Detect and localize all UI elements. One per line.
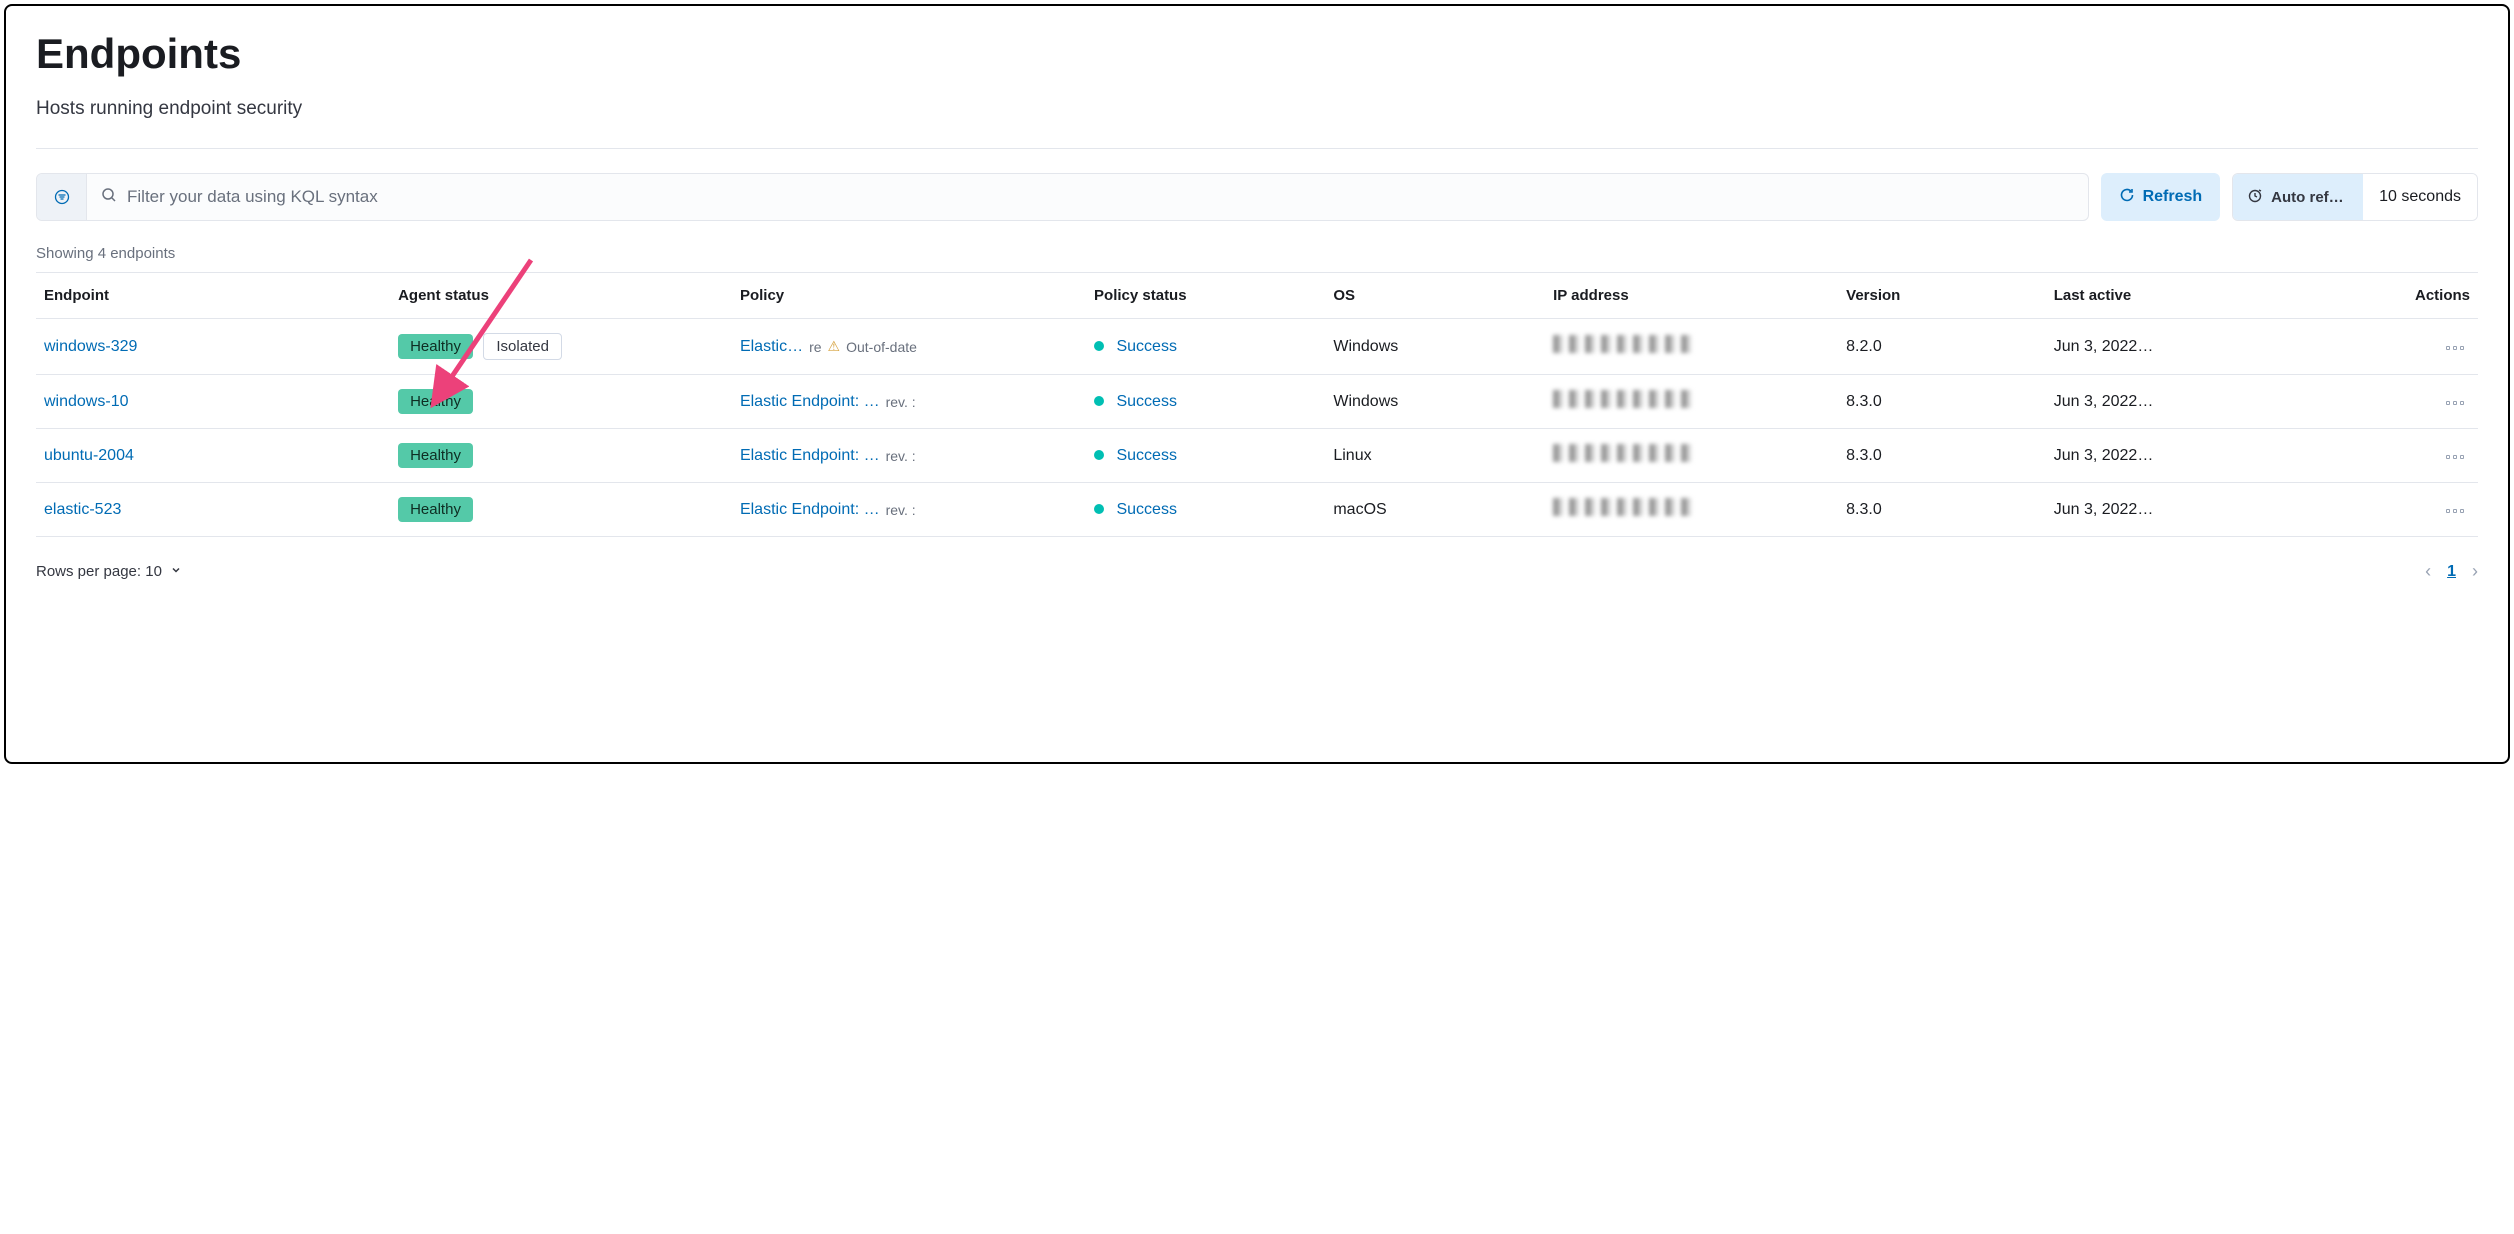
status-dot-icon bbox=[1094, 396, 1104, 406]
policy-rev: rev. : bbox=[886, 394, 916, 410]
version-cell: 8.3.0 bbox=[1838, 483, 2046, 537]
col-endpoint[interactable]: Endpoint bbox=[36, 273, 390, 319]
chevron-down-icon bbox=[170, 563, 182, 580]
os-cell: Windows bbox=[1325, 319, 1545, 375]
refresh-icon bbox=[2119, 187, 2135, 208]
endpoint-link[interactable]: windows-329 bbox=[44, 338, 137, 355]
col-version[interactable]: Version bbox=[1838, 273, 2046, 319]
warning-icon: ⚠ bbox=[828, 338, 841, 355]
os-cell: Windows bbox=[1325, 375, 1545, 429]
refresh-label: Refresh bbox=[2143, 188, 2203, 206]
agent-status-badge: Healthy bbox=[398, 497, 473, 522]
policy-status-link[interactable]: Success bbox=[1116, 393, 1176, 410]
pager-next[interactable]: › bbox=[2472, 561, 2478, 582]
agent-status-badge: Healthy bbox=[398, 389, 473, 414]
col-policy-status[interactable]: Policy status bbox=[1086, 273, 1325, 319]
os-cell: macOS bbox=[1325, 483, 1545, 537]
agent-status-badge: Healthy bbox=[398, 443, 473, 468]
col-ip[interactable]: IP address bbox=[1545, 273, 1838, 319]
auto-refresh-interval[interactable]: 10 seconds bbox=[2363, 174, 2477, 220]
rows-per-page-select[interactable]: Rows per page: 10 bbox=[36, 563, 182, 580]
row-actions-button[interactable] bbox=[2440, 503, 2470, 519]
row-actions-button[interactable] bbox=[2440, 395, 2470, 411]
ip-cell bbox=[1545, 375, 1838, 429]
col-last-active[interactable]: Last active bbox=[2046, 273, 2339, 319]
ip-cell bbox=[1545, 429, 1838, 483]
table-header-row: Endpoint Agent status Policy Policy stat… bbox=[36, 273, 2478, 319]
agent-status-badge: Healthy bbox=[398, 334, 473, 359]
table-row: ubuntu-2004 Healthy Elastic Endpoint: … … bbox=[36, 429, 2478, 483]
last-active-cell: Jun 3, 2022… bbox=[2046, 319, 2339, 375]
ip-redacted bbox=[1553, 498, 1693, 516]
policy-rev: re bbox=[809, 339, 821, 355]
rows-per-page-label: Rows per page: 10 bbox=[36, 563, 162, 580]
table-row: windows-329 Healthy Isolated Elastic… re… bbox=[36, 319, 2478, 375]
auto-refresh-button[interactable]: Auto ref… bbox=[2233, 174, 2363, 220]
last-active-cell: Jun 3, 2022… bbox=[2046, 483, 2339, 537]
endpoint-link[interactable]: ubuntu-2004 bbox=[44, 447, 134, 464]
auto-refresh-group: Auto ref… 10 seconds bbox=[2232, 173, 2478, 221]
policy-rev: rev. : bbox=[886, 502, 916, 518]
endpoints-table: Endpoint Agent status Policy Policy stat… bbox=[36, 272, 2478, 537]
toolbar: Refresh Auto ref… 10 seconds bbox=[36, 173, 2478, 221]
policy-link[interactable]: Elastic Endpoint: … bbox=[740, 393, 880, 411]
ip-cell bbox=[1545, 483, 1838, 537]
policy-rev: rev. : bbox=[886, 448, 916, 464]
endpoint-link[interactable]: windows-10 bbox=[44, 393, 128, 410]
status-dot-icon bbox=[1094, 504, 1104, 514]
version-cell: 8.2.0 bbox=[1838, 319, 2046, 375]
pager: ‹ 1 › bbox=[2425, 561, 2478, 582]
ip-cell bbox=[1545, 319, 1838, 375]
last-active-cell: Jun 3, 2022… bbox=[2046, 375, 2339, 429]
filter-icon[interactable] bbox=[37, 174, 87, 220]
search-bar bbox=[36, 173, 2089, 221]
policy-status-link[interactable]: Success bbox=[1116, 501, 1176, 518]
pager-current-page[interactable]: 1 bbox=[2447, 563, 2456, 581]
os-cell: Linux bbox=[1325, 429, 1545, 483]
col-actions: Actions bbox=[2339, 273, 2478, 319]
ip-redacted bbox=[1553, 444, 1693, 462]
ip-redacted bbox=[1553, 335, 1693, 353]
table-row: elastic-523 Healthy Elastic Endpoint: … … bbox=[36, 483, 2478, 537]
auto-refresh-label: Auto ref… bbox=[2271, 189, 2344, 206]
out-of-date-label: Out-of-date bbox=[846, 339, 917, 355]
table-footer: Rows per page: 10 ‹ 1 › bbox=[36, 537, 2478, 582]
table-row: windows-10 Healthy Elastic Endpoint: … r… bbox=[36, 375, 2478, 429]
col-agent-status[interactable]: Agent status bbox=[390, 273, 732, 319]
row-actions-button[interactable] bbox=[2440, 340, 2470, 356]
status-dot-icon bbox=[1094, 341, 1104, 351]
policy-status-link[interactable]: Success bbox=[1116, 338, 1176, 355]
clock-icon bbox=[2247, 187, 2263, 207]
isolated-badge: Isolated bbox=[483, 333, 562, 360]
refresh-button[interactable]: Refresh bbox=[2101, 173, 2221, 221]
page-title: Endpoints bbox=[36, 30, 2478, 78]
policy-status-link[interactable]: Success bbox=[1116, 447, 1176, 464]
row-actions-button[interactable] bbox=[2440, 449, 2470, 465]
last-active-cell: Jun 3, 2022… bbox=[2046, 429, 2339, 483]
ip-redacted bbox=[1553, 390, 1693, 408]
status-dot-icon bbox=[1094, 450, 1104, 460]
policy-link[interactable]: Elastic Endpoint: … bbox=[740, 501, 880, 519]
col-os[interactable]: OS bbox=[1325, 273, 1545, 319]
search-input[interactable] bbox=[127, 187, 2074, 207]
pager-prev[interactable]: ‹ bbox=[2425, 561, 2431, 582]
version-cell: 8.3.0 bbox=[1838, 429, 2046, 483]
divider bbox=[36, 148, 2478, 149]
page-subtitle: Hosts running endpoint security bbox=[36, 98, 2478, 120]
col-policy[interactable]: Policy bbox=[732, 273, 1086, 319]
search-icon bbox=[101, 187, 117, 208]
policy-link[interactable]: Elastic Endpoint: … bbox=[740, 447, 880, 465]
endpoint-link[interactable]: elastic-523 bbox=[44, 501, 121, 518]
result-count: Showing 4 endpoints bbox=[36, 245, 2478, 262]
policy-link[interactable]: Elastic… bbox=[740, 338, 803, 356]
version-cell: 8.3.0 bbox=[1838, 375, 2046, 429]
